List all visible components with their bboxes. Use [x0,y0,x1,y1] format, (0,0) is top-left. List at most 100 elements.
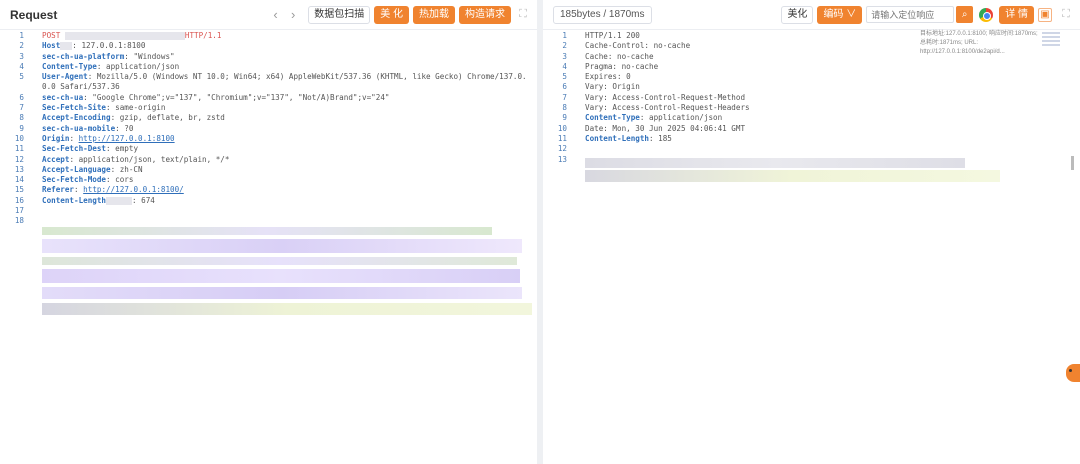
header-value: Date: Mon, 30 Jun 2025 04:06:41 GMT [585,123,746,133]
minimap-thumbnail [1042,30,1060,46]
line-number: 2 [562,41,567,51]
chevron-left-icon[interactable]: ‹ [269,7,283,22]
line-number: 12 [14,154,24,164]
code-line: Accept-Language: zh-CN [42,165,533,175]
construct-request-button[interactable]: 构造请求 [459,5,511,24]
code-line: Origin: http://127.0.0.1:8100 [42,134,533,144]
line-number: 17 [14,206,24,216]
hotload-button[interactable]: 热加载 [413,5,455,24]
header-link[interactable]: http://127.0.0.1:8100/ [83,185,184,194]
scan-button[interactable]: 数据包扫描 [308,5,371,24]
beautify-button[interactable]: 美 化 [374,5,409,24]
header-name: Content-Length [585,133,650,143]
header-name: Accept-Language [42,164,111,174]
line-number: 8 [562,103,567,113]
redacted-body [42,227,532,323]
response-toolbar: 185bytes / 1870ms 美化 编码 ∨ ⌕ 详 情 ▣ ⛶ [543,0,1080,30]
line-number: 16 [14,195,24,205]
request-code[interactable]: POST HTTP/1.1 Host: 127.0.0.1:8100 sec-ch-… [42,31,533,227]
line-number: 1 [562,31,567,40]
encoding-dropdown[interactable]: 编码 ∨ [817,5,863,24]
header-link[interactable]: http://127.0.0.1:8100 [79,134,175,143]
header-value: : "Windows" [124,51,175,61]
response-line-numbers: 1 2 3 4 5 6 7 8 9 10 11 12 13 [543,31,577,165]
header-value: : [74,185,84,195]
header-name: User-Agent [42,72,88,82]
request-editor[interactable]: 12345 6 7 8 9 10 11 12 13 14 15 16 17 18 POST HTTP/1… [0,31,537,464]
header-value: : same-origin [106,103,166,113]
redacted-value [106,196,133,205]
request-toolbar: Request ‹ › 数据包扫描 美 化 热加载 构造请求 ⛶ [0,0,537,30]
code-line: Accept: application/json, text/plain, */… [42,155,533,165]
response-beautify-button[interactable]: 美化 [781,5,814,24]
header-name: Sec-Fetch-Mode [42,175,107,185]
header-value: : empty [106,144,139,154]
code-line: Vary: Origin [585,82,1076,92]
redacted-path [64,32,185,40]
header-value: HTTP/1.1 200 [585,31,640,40]
http-method: POST [42,31,61,40]
line-number: 15 [14,185,24,195]
line-number: 10 [14,133,24,143]
request-title: Request [10,7,58,22]
header-value: Cache: no-cache [585,51,654,61]
code-line: Expires: 0 [585,72,1076,82]
assistant-mascot-icon[interactable] [1066,364,1080,382]
header-value: : Mozilla/5.0 (Windows NT 10.0; Win64; x… [87,72,527,82]
code-line: Content-Type: application/json [42,62,533,72]
search-icon[interactable]: ⌕ [956,6,974,23]
code-line: Date: Mon, 30 Jun 2025 04:06:41 GMT [585,124,1076,134]
code-line: Sec-Fetch-Mode: cors [42,175,533,185]
code-line: Sec-Fetch-Site: same-origin [42,103,533,113]
line-number: 7 [562,92,567,102]
request-info-panel: 目标地址:127.0.0.1:8100; 响应时间:1870ms; 总耗时:18… [920,31,1038,55]
line-number: 4 [562,61,567,71]
line-number: 8 [19,113,24,123]
line-number: 6 [19,92,24,102]
header-value: : ?0 [115,123,134,133]
header-value: : zh-CN [110,164,143,174]
code-line: 0.0 Safari/537.36 [42,82,533,92]
line-number: 2 [19,41,24,51]
header-name: Accept-Encoding [42,113,111,123]
chrome-icon[interactable] [979,7,994,22]
line-number: 13 [14,164,24,174]
header-value: : 185 [649,133,672,143]
header-value: : application/json [96,61,180,71]
chevron-right-icon[interactable]: › [286,7,300,22]
expand-icon[interactable]: ⛶ [1058,8,1074,21]
header-name: Accept [42,154,70,164]
scrollbar[interactable] [1071,156,1074,170]
code-line: Host: 127.0.0.1:8100 [42,41,533,51]
redacted-response-body [585,158,1005,192]
history-nav: ‹ › [269,7,301,22]
header-value: Vary: Access-Control-Request-Method [585,92,746,102]
line-number: 4 [19,61,24,71]
line-number: 11 [557,133,567,143]
header-name: Sec-Fetch-Dest [42,144,107,154]
header-name: Sec-Fetch-Site [42,103,107,113]
header-value: Vary: Access-Control-Request-Headers [585,103,750,113]
code-line: sec-ch-ua: "Google Chrome";v="137", "Chr… [42,93,533,103]
response-search-input[interactable] [866,6,955,23]
code-line: POST HTTP/1.1 [42,31,533,41]
line-number: 3 [562,51,567,61]
header-value: 0.0 Safari/537.36 [42,82,120,92]
line-number [0,82,34,92]
header-name: sec-ch-ua-platform [42,51,125,61]
detail-button[interactable]: 详 情 [999,5,1034,24]
header-value: Vary: Origin [585,82,640,92]
response-editor[interactable]: 1 2 3 4 5 6 7 8 9 10 11 12 13 HTTP/1.1 200 Cache-Cont… [543,31,1080,464]
line-number: 9 [19,123,24,133]
header-name: Content-Type [42,61,97,71]
header-name: Content-Type [585,113,640,123]
copy-icon[interactable]: ▣ [1038,7,1052,22]
expand-icon[interactable]: ⛶ [515,8,531,21]
code-line: Accept-Encoding: gzip, deflate, br, zstd [42,113,533,123]
line-number: 9 [562,113,567,123]
request-line-numbers: 12345 6 7 8 9 10 11 12 13 14 15 16 17 18 [0,31,34,227]
response-meta: 185bytes / 1870ms [553,5,652,24]
